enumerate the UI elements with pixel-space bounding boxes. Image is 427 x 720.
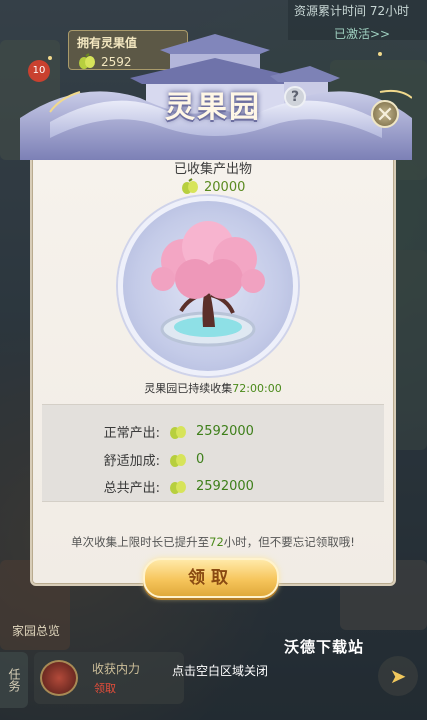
task-text: 收获内力	[92, 662, 141, 676]
stat-label: 总共产出:	[103, 481, 160, 496]
duration-label: 灵果园已持续收集	[144, 382, 233, 395]
spirit-fruit-icon	[170, 480, 186, 494]
stat-value: 2592000	[196, 479, 254, 494]
panel-title: 灵果园	[165, 90, 261, 125]
spirit-fruit-icon	[182, 178, 198, 194]
close-hint: 点击空白区域关闭	[171, 664, 268, 678]
home-overview-label[interactable]: 家园总览	[12, 622, 60, 639]
help-button[interactable]: ?	[284, 86, 306, 108]
stat-label: 舒适加成:	[103, 454, 160, 469]
task-tab[interactable]: 任务	[0, 652, 28, 708]
stat-row-comfort: 舒适加成: 0	[100, 450, 205, 469]
back-arrow-icon[interactable]: ➤	[378, 656, 418, 696]
spirit-fruit-icon	[170, 425, 186, 439]
collected-value-row: 20000	[180, 178, 245, 196]
collected-title: 已收集产出物	[173, 162, 252, 177]
stat-value: 2592000	[196, 424, 254, 439]
close-button[interactable]: ✕	[371, 100, 399, 128]
stat-value: 0	[196, 452, 205, 467]
duration-time: 72:00:00	[232, 382, 282, 395]
resource-text: 资源累计时间	[294, 4, 367, 18]
duration-text: 灵果园已持续收集72:00:00	[30, 380, 396, 396]
stat-row-normal: 正常产出: 2592000	[100, 422, 254, 441]
notice-pre: 单次收集上限时长已提升至	[71, 535, 210, 549]
spirit-fruit-icon	[170, 453, 186, 467]
tree-illustration	[118, 196, 298, 376]
notice-hours: 72	[209, 535, 224, 549]
stat-row-total: 总共产出: 2592000	[100, 477, 254, 496]
collected-value: 20000	[204, 179, 246, 195]
task-sub: 领取	[94, 682, 116, 695]
resource-time: 72小时	[369, 4, 410, 18]
notice-post: 小时，但不要忘记领取哦!	[223, 535, 355, 549]
cherry-tree-icon	[151, 221, 265, 347]
chest-icon	[40, 660, 78, 696]
watermark: 沃德下载站	[284, 638, 365, 656]
stat-label: 正常产出:	[103, 426, 160, 441]
notice-text: 单次收集上限时长已提升至72小时，但不要忘记领取哦!	[30, 534, 396, 550]
claim-button[interactable]: 领取	[143, 558, 279, 598]
